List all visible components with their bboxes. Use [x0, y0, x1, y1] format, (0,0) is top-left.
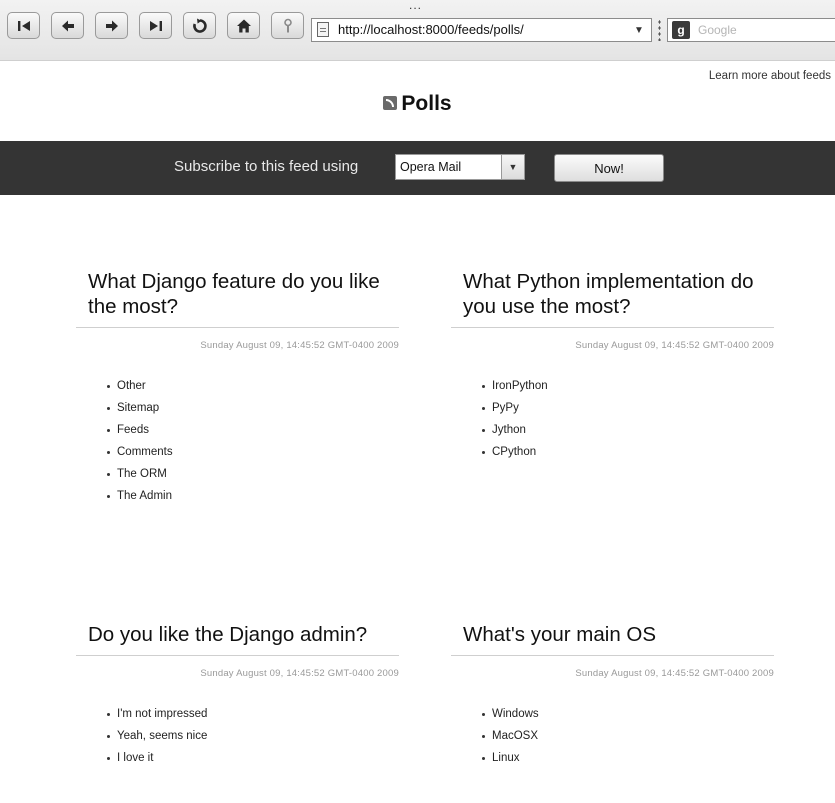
poll-choice: MacOSX	[482, 725, 774, 747]
poll-card: What's your main OS Sunday August 09, 14…	[451, 622, 774, 769]
poll-divider	[76, 327, 399, 328]
fast-forward-icon	[148, 19, 164, 33]
back-button[interactable]	[51, 12, 84, 39]
page-title: Polls	[0, 92, 835, 116]
home-icon	[236, 18, 252, 34]
feed-reader-selected: Opera Mail	[400, 160, 462, 174]
subscribe-label: Subscribe to this feed using	[174, 158, 359, 175]
poll-choice: PyPy	[482, 397, 774, 419]
wand-icon	[281, 18, 295, 34]
fast-forward-button[interactable]	[139, 12, 172, 39]
poll-choice: The ORM	[107, 463, 399, 485]
url-history-dropdown-icon[interactable]: ▼	[627, 19, 651, 41]
poll-question[interactable]: What Django feature do you like the most…	[88, 269, 388, 319]
poll-question[interactable]: What's your main OS	[463, 622, 763, 647]
learn-more-link[interactable]: Learn more about feeds	[709, 70, 831, 82]
poll-choice: Jython	[482, 419, 774, 441]
poll-divider	[76, 655, 399, 656]
back-arrow-icon	[60, 19, 76, 33]
poll-choice: CPython	[482, 441, 774, 463]
reload-icon	[192, 18, 208, 34]
page-icon	[317, 22, 329, 37]
chevron-down-icon[interactable]: ▼	[501, 155, 524, 179]
poll-card: Do you like the Django admin? Sunday Aug…	[76, 622, 399, 769]
home-button[interactable]	[227, 12, 260, 39]
url-input[interactable]: http://localhost:8000/feeds/polls/	[338, 22, 524, 37]
poll-card: What Django feature do you like the most…	[76, 269, 399, 507]
poll-card: What Python implementation do you use th…	[451, 269, 774, 463]
poll-divider	[451, 327, 774, 328]
poll-date: Sunday August 09, 14:45:52 GMT-0400 2009	[575, 668, 774, 679]
address-bar[interactable]: http://localhost:8000/feeds/polls/ ▼	[311, 18, 652, 42]
poll-choice-list: Windows MacOSX Linux	[451, 703, 774, 769]
poll-date: Sunday August 09, 14:45:52 GMT-0400 2009	[200, 340, 399, 351]
poll-choice: Feeds	[107, 419, 399, 441]
forward-arrow-icon	[104, 19, 120, 33]
poll-date: Sunday August 09, 14:45:52 GMT-0400 2009	[200, 668, 399, 679]
poll-choice: Comments	[107, 441, 399, 463]
poll-date: Sunday August 09, 14:45:52 GMT-0400 2009	[575, 340, 774, 351]
poll-choice: Sitemap	[107, 397, 399, 419]
rss-feed-icon	[383, 96, 398, 110]
poll-choice: IronPython	[482, 375, 774, 397]
search-bar[interactable]: g Google	[667, 18, 835, 42]
feed-reader-select[interactable]: Opera Mail ▼	[395, 154, 525, 180]
poll-question[interactable]: What Python implementation do you use th…	[463, 269, 763, 319]
poll-choice: Windows	[482, 703, 774, 725]
reload-button[interactable]	[183, 12, 216, 39]
search-input[interactable]: Google	[698, 23, 737, 37]
rewind-button[interactable]	[7, 12, 40, 39]
browser-toolbar: ... http://localhost:8000/feeds/polls/ ▼…	[0, 0, 835, 61]
poll-choice: Linux	[482, 747, 774, 769]
poll-choice: I'm not impressed	[107, 703, 399, 725]
toolbar-menu-dots[interactable]: ...	[409, 0, 422, 11]
poll-divider	[451, 655, 774, 656]
poll-choice: Other	[107, 375, 399, 397]
poll-choice-list: Other Sitemap Feeds Comments The ORM The…	[76, 375, 399, 507]
google-search-engine-icon[interactable]: g	[672, 21, 690, 39]
poll-choice: I love it	[107, 747, 399, 769]
poll-choice-list: IronPython PyPy Jython CPython	[451, 375, 774, 463]
wand-button[interactable]	[271, 12, 304, 39]
poll-question[interactable]: Do you like the Django admin?	[88, 622, 388, 647]
poll-choice-list: I'm not impressed Yeah, seems nice I lov…	[76, 703, 399, 769]
subscribe-now-button[interactable]: Now!	[554, 154, 664, 182]
toolbar-grip-handle[interactable]	[658, 19, 661, 41]
poll-choice: Yeah, seems nice	[107, 725, 399, 747]
feed-title-text: Polls	[401, 92, 452, 115]
rewind-icon	[16, 19, 32, 33]
forward-button[interactable]	[95, 12, 128, 39]
poll-choice: The Admin	[107, 485, 399, 507]
